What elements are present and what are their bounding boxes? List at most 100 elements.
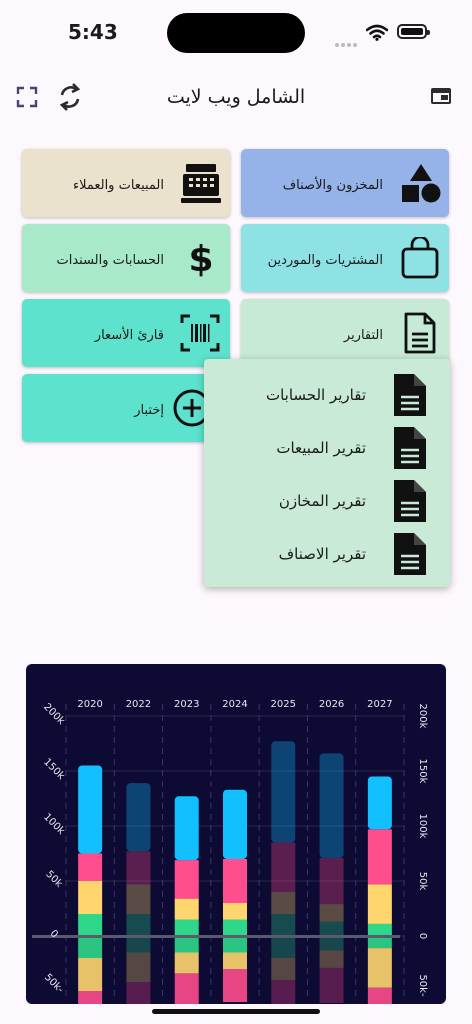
y-tick-label-left: 50k- — [42, 972, 66, 996]
bar-segment-negative — [223, 936, 247, 953]
bar-segment — [367, 923, 392, 936]
bar-segment — [126, 884, 151, 914]
menu-item-label: تقرير الاصناف — [278, 545, 366, 563]
bar-segment-negative — [78, 958, 103, 991]
card-label: إختبار — [134, 403, 164, 418]
bar-segment — [78, 914, 103, 936]
reports-popup-menu: تقارير الحسابات تقرير المبيعات تقرير الم… — [204, 359, 450, 587]
bar-segment — [223, 903, 247, 920]
card-label: المبيعات والعملاء — [72, 178, 164, 193]
bar-segment — [319, 921, 344, 936]
bar-segment — [78, 853, 103, 881]
bar-segment-negative — [126, 936, 151, 953]
bar-segment — [126, 783, 151, 852]
y-tick-label-right: 50k — [417, 872, 428, 891]
bar-segment — [223, 919, 247, 936]
bar-segment — [174, 796, 199, 861]
card-purchases[interactable]: المشتريات والموردين — [241, 224, 449, 292]
bar-segment — [174, 919, 199, 936]
bar-segment-negative — [174, 952, 199, 974]
bar-segment — [174, 898, 199, 920]
bar-segment-negative — [319, 967, 344, 1004]
y-tick-label-left: 100k — [41, 812, 67, 838]
bar-segment — [319, 753, 344, 858]
bar-segment — [367, 884, 392, 924]
bar-segment-negative — [174, 936, 199, 953]
y-tick-label-right: 50k- — [417, 974, 428, 997]
y-tick-label-left: 0 — [48, 928, 60, 940]
bar-segment — [271, 842, 296, 892]
y-tick-label-right: 150k — [417, 759, 428, 784]
signal-icon — [335, 32, 359, 51]
svg-text:$: $ — [188, 239, 213, 278]
card-label: التقارير — [343, 328, 383, 343]
menu-item-sales-report[interactable]: تقرير المبيعات — [204, 423, 450, 475]
card-test[interactable]: إختبار — [22, 374, 230, 442]
home-indicator[interactable] — [152, 1009, 320, 1014]
x-tick-label: 2027 — [367, 699, 392, 710]
bar-segment-negative — [367, 948, 392, 988]
bar-segment — [174, 860, 199, 899]
bar-segment-negative — [126, 982, 151, 1004]
card-label: المخزون والأصناف — [282, 178, 383, 193]
bar-segment-negative — [126, 952, 151, 983]
bar-segment-negative — [223, 952, 247, 969]
bar-segment — [319, 857, 344, 905]
y-tick-label-left: 150k — [41, 757, 67, 783]
bar-segment — [319, 904, 344, 922]
bar-segment — [223, 789, 247, 859]
bar-segment-negative — [319, 936, 344, 951]
shopping-bag-icon — [401, 237, 439, 279]
card-label: الحسابات والسندات — [56, 253, 164, 268]
bar-segment-negative — [78, 991, 103, 1004]
chart-canvas: 2020 2022 2023 2024 2025 2026 2027 200k 200k 150k… — [32, 699, 428, 1004]
shapes-icon — [402, 164, 441, 203]
zero-line — [32, 935, 400, 938]
bar-segment-negative — [223, 969, 247, 1002]
bar-segment-negative — [174, 973, 199, 1004]
document-filled-icon — [394, 427, 426, 469]
window-layout-icon[interactable] — [430, 87, 452, 105]
x-tick-label: 2025 — [271, 699, 296, 710]
bar-segment-negative — [78, 936, 103, 958]
x-tick-label: 2020 — [77, 699, 102, 710]
y-tick-label-right: 100k — [417, 814, 428, 839]
card-inventory[interactable]: المخزون والأصناف — [241, 149, 449, 217]
status-time: 5:43 — [68, 20, 118, 44]
dynamic-island — [167, 13, 305, 53]
card-label: قارئ الأسعار — [94, 328, 164, 343]
y-tick-label-right: 200k — [417, 704, 428, 729]
menu-item-accounts-reports[interactable]: تقارير الحسابات — [204, 370, 450, 422]
y-tick-label-right: 0 — [417, 933, 428, 939]
bar-segment — [223, 859, 247, 903]
bar-segment — [271, 741, 296, 843]
card-reports[interactable]: التقارير — [241, 299, 449, 367]
menu-item-stores-report[interactable]: تقرير المخازن — [204, 476, 450, 528]
bar-segment-negative — [367, 987, 392, 1004]
document-filled-icon — [394, 480, 426, 522]
card-sales[interactable]: المبيعات والعملاء — [22, 149, 230, 217]
y-tick-label-left: 50k — [43, 869, 64, 890]
stacked-bar-chart: 2020 2022 2023 2024 2025 2026 2027 200k 200k 150k… — [26, 664, 446, 1004]
x-tick-label: 2024 — [222, 699, 247, 710]
bar-segment-negative — [271, 936, 296, 958]
bar-segment — [78, 881, 103, 914]
x-tick-label: 2022 — [126, 699, 151, 710]
cash-register-icon — [181, 164, 221, 203]
bar-segment — [271, 892, 296, 914]
menu-item-items-report[interactable]: تقرير الاصناف — [204, 529, 450, 581]
wifi-icon — [366, 24, 388, 41]
card-label: المشتريات والموردين — [267, 253, 383, 268]
dollar-icon: $ — [188, 239, 213, 278]
app-title: الشامل ويب لايت — [166, 86, 306, 108]
x-tick-label: 2026 — [319, 699, 344, 710]
battery-icon — [397, 24, 430, 39]
card-price-reader[interactable]: قارئ الأسعار — [22, 299, 230, 367]
menu-item-label: تقارير الحسابات — [265, 386, 366, 404]
card-accounts[interactable]: $ الحسابات والسندات — [22, 224, 230, 292]
bar-segment-negative — [319, 950, 344, 968]
menu-item-label: تقرير المبيعات — [276, 439, 366, 457]
document-icon — [404, 312, 436, 354]
x-tick-label: 2023 — [174, 699, 199, 710]
bar-segment — [78, 765, 103, 854]
